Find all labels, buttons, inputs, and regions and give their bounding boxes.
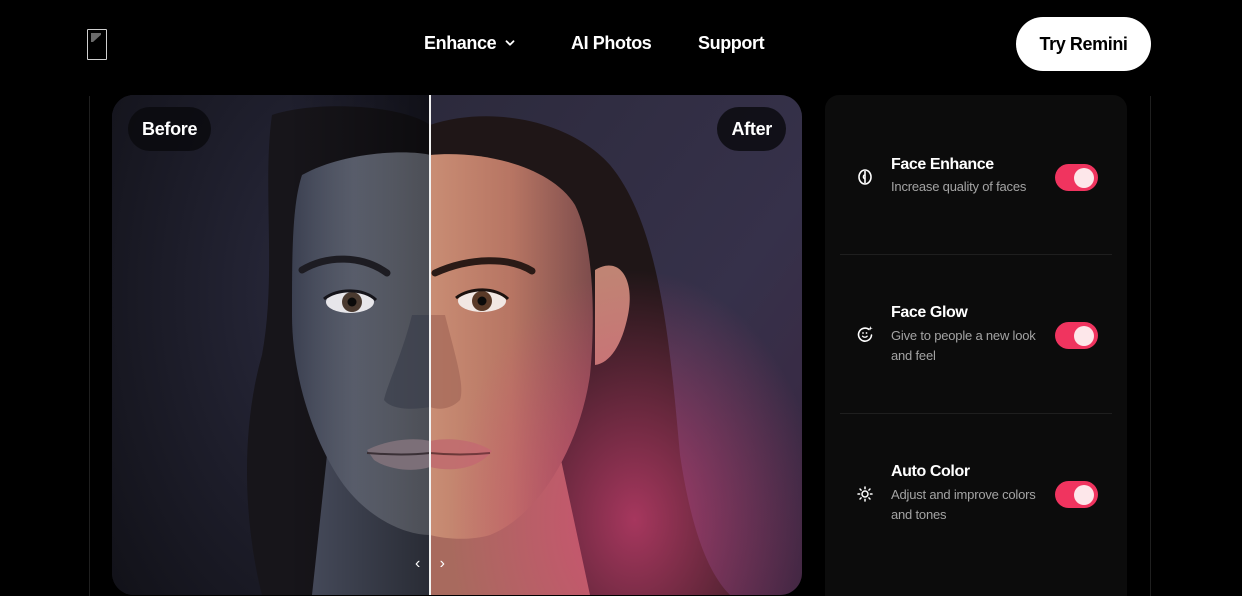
feature-face-enhance: Face Enhance Increase quality of faces — [825, 135, 1127, 235]
nav-enhance[interactable]: Enhance — [424, 30, 515, 56]
logo-broken-image-icon[interactable] — [87, 29, 107, 60]
before-image — [112, 95, 430, 595]
feature-description: Give to people a new look and feel — [891, 328, 1036, 363]
toggle-knob — [1074, 484, 1094, 505]
after-portrait-illustration — [430, 95, 802, 595]
before-portrait-illustration — [112, 95, 430, 595]
auto-color-toggle[interactable] — [1055, 481, 1098, 508]
face-enhance-icon — [856, 168, 874, 186]
before-after-comparison[interactable]: Before After ‹ › — [112, 95, 802, 595]
separator — [840, 254, 1112, 255]
nav-ai-photos-label: AI Photos — [571, 32, 652, 53]
feature-auto-color: Auto Color Adjust and improve colors and… — [825, 440, 1127, 540]
feature-face-glow: Face Glow Give to people a new look and … — [825, 281, 1127, 381]
feature-title: Face Glow — [891, 304, 968, 321]
left-guide-line — [89, 96, 90, 596]
chevron-left-right-icon[interactable]: ‹ › — [415, 553, 445, 575]
after-image — [430, 95, 802, 595]
after-label: After — [717, 107, 786, 151]
try-remini-button[interactable]: Try Remini — [1016, 17, 1151, 71]
nav-ai-photos[interactable]: AI Photos — [571, 30, 652, 56]
feature-description: Increase quality of faces — [891, 179, 1027, 194]
try-remini-label: Try Remini — [1039, 33, 1128, 54]
enhancement-options-panel: Face Enhance Increase quality of faces F… — [825, 95, 1127, 596]
face-enhance-toggle[interactable] — [1055, 164, 1098, 191]
toggle-knob — [1074, 325, 1094, 346]
nav-support[interactable]: Support — [698, 30, 765, 56]
before-label: Before — [128, 107, 212, 151]
chevron-down-icon — [505, 40, 515, 46]
page: Enhance AI Photos Support Try Remini Bef… — [0, 0, 1242, 596]
face-glow-icon — [856, 325, 874, 343]
feature-description: Adjust and improve colors and tones — [891, 487, 1036, 522]
sun-icon — [856, 485, 874, 503]
chevron-right-icon: › — [439, 555, 445, 572]
feature-title: Auto Color — [891, 463, 970, 480]
comparison-divider-line[interactable] — [429, 95, 431, 595]
nav-support-label: Support — [698, 32, 765, 53]
feature-title: Face Enhance — [891, 156, 994, 173]
right-guide-line — [1150, 96, 1151, 596]
separator — [840, 413, 1112, 414]
face-glow-toggle[interactable] — [1055, 322, 1098, 349]
chevron-left-icon: ‹ — [415, 555, 421, 572]
toggle-knob — [1074, 167, 1094, 188]
nav-enhance-label: Enhance — [424, 32, 497, 53]
